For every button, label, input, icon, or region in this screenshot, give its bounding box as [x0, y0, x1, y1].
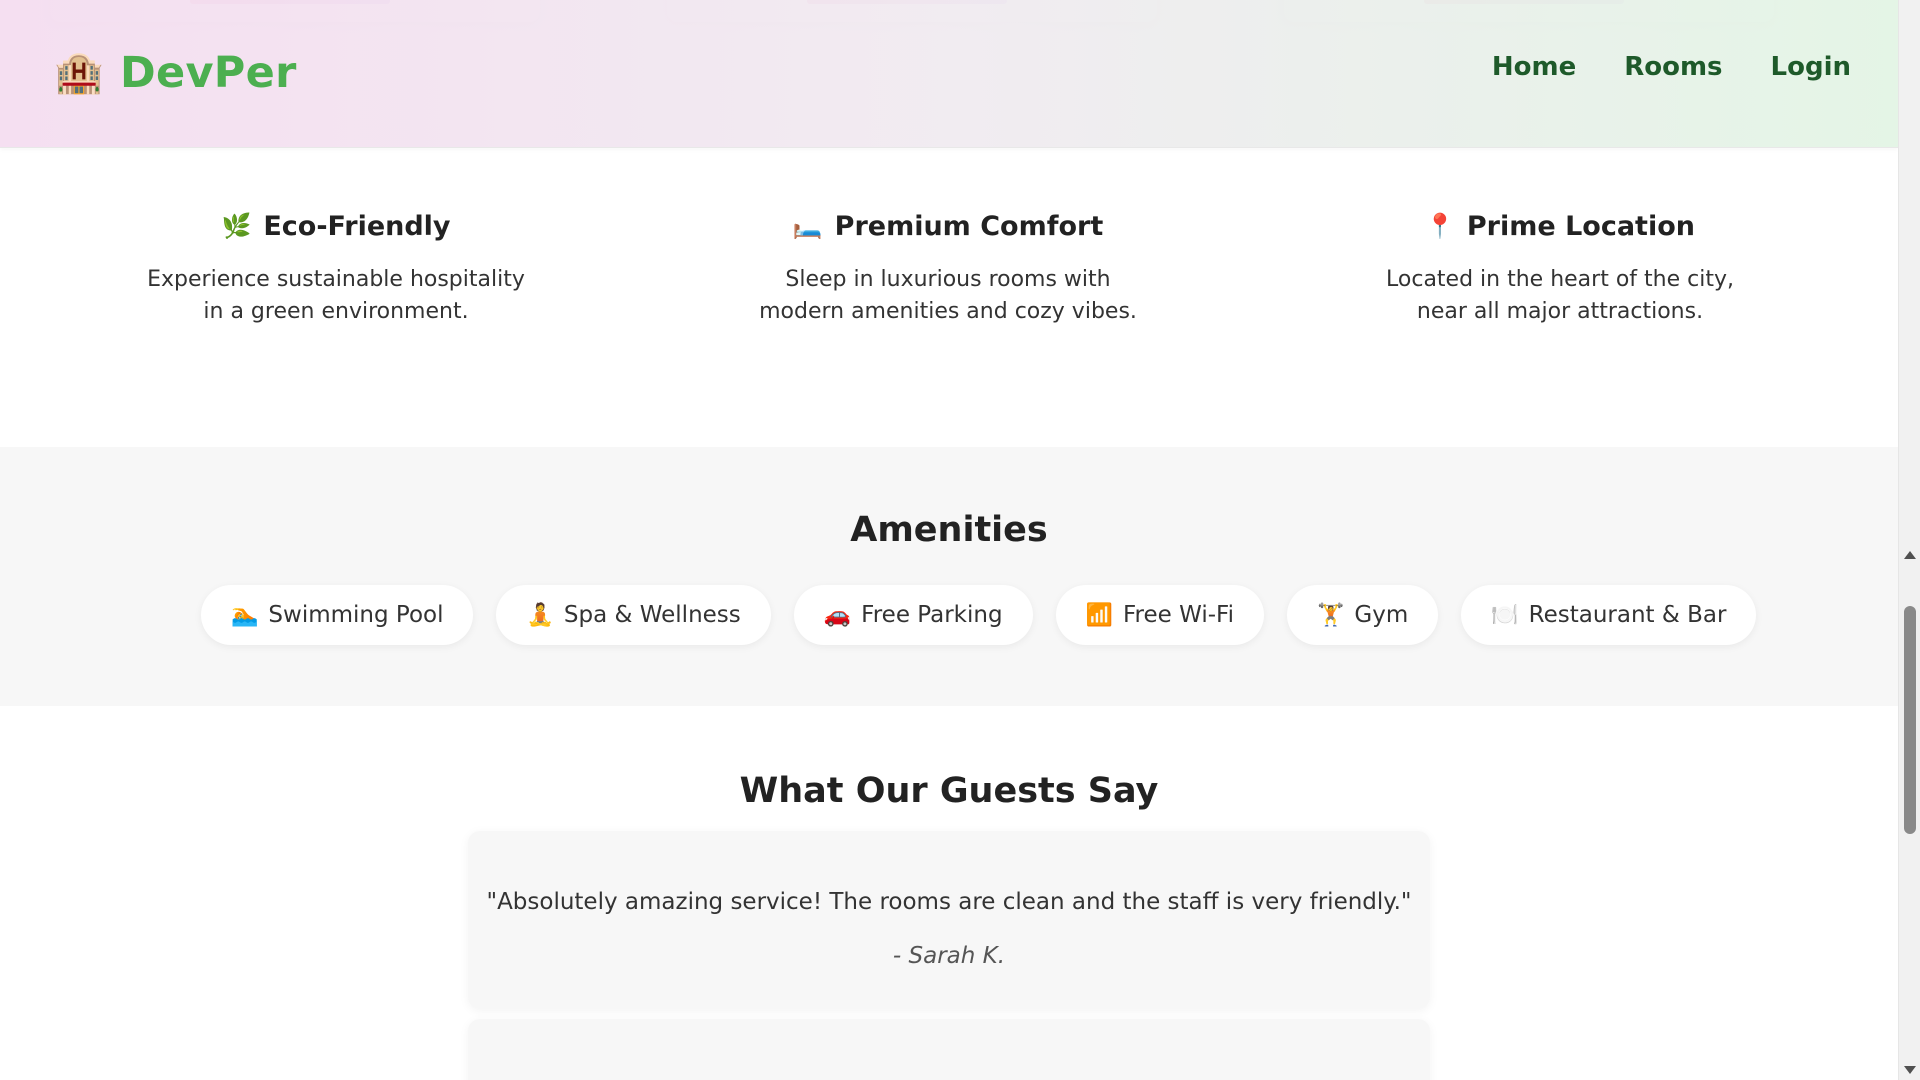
amenity-free-wifi: 📶 Free Wi-Fi [1055, 585, 1264, 645]
plate-icon: 🍽️ [1491, 602, 1519, 628]
testimonial-card-next [468, 1019, 1430, 1080]
feature-description: Located in the heart of the city, near a… [1386, 267, 1734, 324]
amenity-label: Free Parking [861, 602, 1003, 628]
nav-rooms-link[interactable]: Rooms [1624, 52, 1722, 82]
scroll-down-arrow-icon[interactable] [1904, 1066, 1916, 1074]
meditation-icon: 🧘 [526, 602, 554, 628]
amenity-label: Gym [1354, 602, 1409, 628]
bed-icon: 🛏️ [792, 212, 823, 240]
brand-logo[interactable]: 🏨 DevPer [54, 48, 297, 98]
testimonial-author: - Sarah K. [892, 943, 1006, 969]
page: 🏨 DevPer Home Rooms Login 🌿 Eco-Friendly… [0, 0, 1898, 1080]
feature-description: Sleep in luxurious rooms with modern ame… [759, 267, 1137, 324]
brand-name: DevPer [120, 48, 297, 98]
amenity-swimming-pool: 🏊 Swimming Pool [201, 585, 474, 645]
amenity-free-parking: 🚗 Free Parking [793, 585, 1033, 645]
amenity-label: Swimming Pool [268, 602, 444, 628]
feature-title: Prime Location [1466, 210, 1695, 242]
testimonial-card: "Absolutely amazing service! The rooms a… [468, 831, 1430, 1009]
feature-prime-location: 📍 Prime Location Located in the heart of… [1350, 206, 1770, 328]
amenity-gym: 🏋️ Gym [1286, 585, 1439, 645]
signal-icon: 📶 [1085, 602, 1113, 628]
amenity-spa-wellness: 🧘 Spa & Wellness [496, 585, 771, 645]
feature-eco-friendly: 🌿 Eco-Friendly Experience sustainable ho… [126, 206, 546, 328]
site-header: 🏨 DevPer Home Rooms Login [0, 0, 1898, 148]
page-scrollbar[interactable] [1898, 0, 1920, 1080]
leaf-icon: 🌿 [221, 212, 252, 240]
amenity-label: Free Wi-Fi [1122, 602, 1234, 628]
weightlifter-icon: 🏋️ [1316, 602, 1345, 628]
scroll-up-arrow-icon[interactable] [1904, 551, 1916, 559]
amenity-restaurant-bar: 🍽️ Restaurant & Bar [1461, 585, 1757, 645]
testimonials-title: What Our Guests Say [739, 771, 1159, 811]
amenities-title: Amenities [850, 510, 1048, 550]
amenities-list: 🏊 Swimming Pool 🧘 Spa & Wellness 🚗 Free … [201, 585, 1757, 645]
amenity-label: Spa & Wellness [563, 602, 741, 628]
nav-home-link[interactable]: Home [1492, 52, 1576, 82]
feature-title: Eco-Friendly [263, 210, 451, 242]
testimonial-quote: "Absolutely amazing service! The rooms a… [486, 889, 1412, 915]
amenities-section: Amenities 🏊 Swimming Pool 🧘 Spa & Wellne… [0, 447, 1898, 706]
hotel-icon: 🏨 [54, 50, 104, 96]
feature-title: Premium Comfort [834, 210, 1104, 242]
scrollbar-thumb[interactable] [1904, 606, 1916, 834]
feature-description: Experience sustainable hospitality in a … [147, 267, 525, 324]
testimonials-section: What Our Guests Say "Absolutely amazing … [0, 706, 1898, 1080]
features-section: 🌿 Eco-Friendly Experience sustainable ho… [0, 148, 1898, 448]
amenity-label: Restaurant & Bar [1528, 602, 1727, 628]
main-nav: Home Rooms Login [1492, 52, 1851, 82]
nav-login-link[interactable]: Login [1771, 52, 1851, 82]
feature-premium-comfort: 🛏️ Premium Comfort Sleep in luxurious ro… [738, 206, 1158, 328]
car-icon: 🚗 [823, 602, 852, 628]
swimmer-icon: 🏊 [231, 602, 259, 628]
map-pin-icon: 📍 [1424, 212, 1455, 240]
